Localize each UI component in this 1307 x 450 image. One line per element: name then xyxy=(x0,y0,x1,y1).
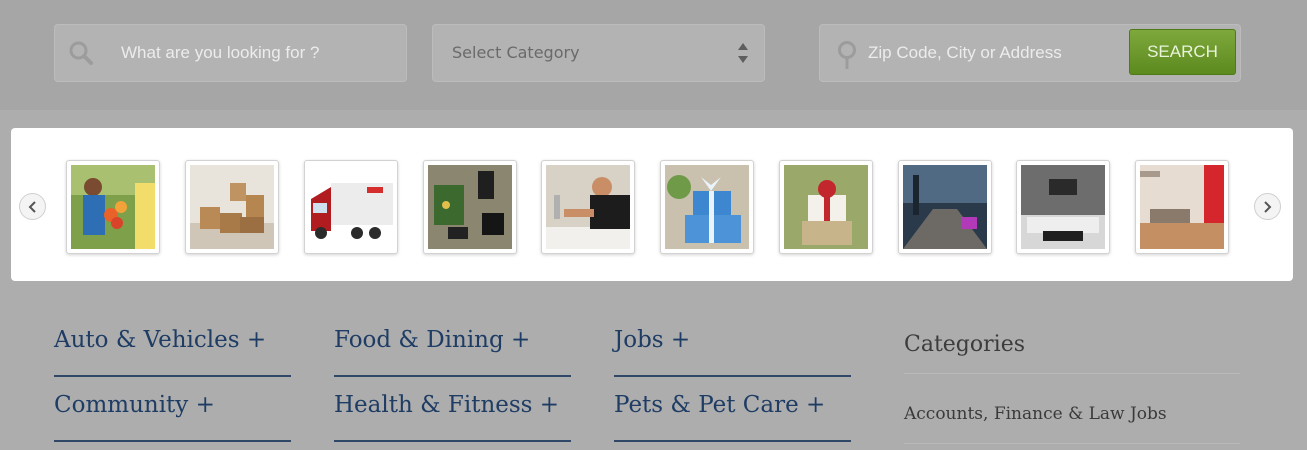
carousel-prev-button[interactable] xyxy=(19,193,46,220)
electronics-repair-image xyxy=(428,165,512,249)
category-link-auto-vehicles[interactable]: Auto & Vehicles + xyxy=(54,322,291,377)
moving-boxes-image xyxy=(190,165,274,249)
carousel-item-florist[interactable] xyxy=(66,160,160,254)
sidebar-categories-heading: Categories xyxy=(904,330,1240,374)
living-room-interior-image xyxy=(1021,165,1105,249)
category-link-community[interactable]: Community + xyxy=(54,387,291,442)
cargo-truck-image xyxy=(309,165,393,249)
search-icon xyxy=(69,41,93,65)
chevron-right-icon xyxy=(1264,201,1272,213)
florist-delivery-image xyxy=(71,165,155,249)
category-link-health-fitness[interactable]: Health & Fitness + xyxy=(334,387,571,442)
location-search-input[interactable] xyxy=(868,25,1118,81)
search-bar: Select Category SEARCH xyxy=(0,0,1307,110)
carousel-next-button[interactable] xyxy=(1254,193,1281,220)
plumber-image xyxy=(546,165,630,249)
carousel-item-lobby[interactable] xyxy=(898,160,992,254)
carousel-item-modern[interactable] xyxy=(1135,160,1229,254)
keyword-search-input[interactable] xyxy=(121,25,391,81)
service-image-carousel xyxy=(11,128,1293,281)
category-link-jobs[interactable]: Jobs + xyxy=(614,322,851,377)
category-select-value: Select Category xyxy=(452,43,580,62)
category-select[interactable]: Select Category xyxy=(432,24,765,82)
location-pin-icon xyxy=(838,41,856,69)
modern-interior-image xyxy=(1140,165,1224,249)
category-link-food-dining[interactable]: Food & Dining + xyxy=(334,322,571,377)
chevron-left-icon xyxy=(28,201,36,213)
up-down-arrows-icon xyxy=(738,43,748,63)
location-search-field: SEARCH xyxy=(819,24,1241,82)
gift-boxes-image xyxy=(665,165,749,249)
carousel-item-plumber[interactable] xyxy=(541,160,635,254)
gift-box-image xyxy=(784,165,868,249)
carousel-item-moving[interactable] xyxy=(185,160,279,254)
search-button[interactable]: SEARCH xyxy=(1129,29,1236,75)
carousel-item-gift[interactable] xyxy=(779,160,873,254)
carousel-item-living-room[interactable] xyxy=(1016,160,1110,254)
carousel-item-gifts[interactable] xyxy=(660,160,754,254)
sidebar-category-item[interactable]: Accounts, Finance & Law Jobs xyxy=(904,400,1240,444)
category-link-pets[interactable]: Pets & Pet Care + xyxy=(614,387,851,442)
keyword-search-field xyxy=(54,24,407,82)
lobby-interior-image xyxy=(903,165,987,249)
carousel-item-truck[interactable] xyxy=(304,160,398,254)
carousel-item-electronics[interactable] xyxy=(423,160,517,254)
